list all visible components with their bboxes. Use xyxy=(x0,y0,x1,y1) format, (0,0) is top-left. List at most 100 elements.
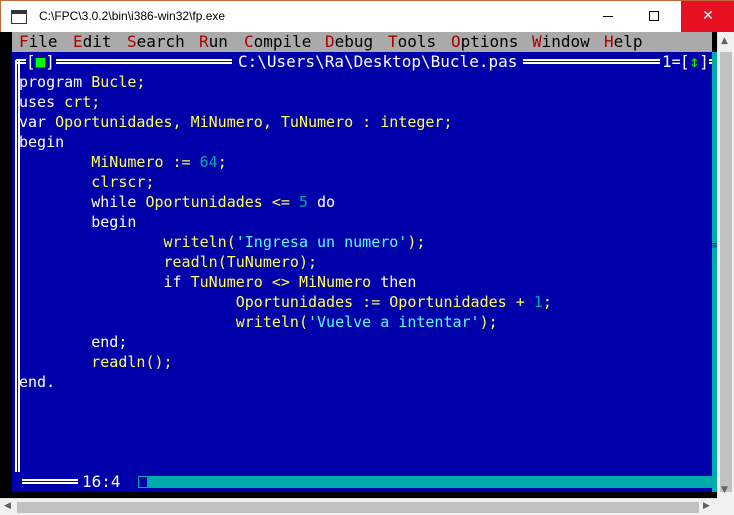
menu-hotkey: R xyxy=(199,32,209,51)
menu-item-edit[interactable]: Edit xyxy=(73,32,112,52)
menu-hotkey: D xyxy=(325,32,335,51)
window-number: 1= xyxy=(660,52,682,72)
maximize-button[interactable] xyxy=(631,1,677,32)
console-app-icon[interactable] xyxy=(11,10,27,24)
zoom-box-bracket: [ xyxy=(680,52,690,71)
menu-label: ile xyxy=(28,32,58,51)
code-token: 64 xyxy=(199,153,218,171)
window-close-box[interactable]: [■] xyxy=(26,53,55,71)
menu-label: ebug xyxy=(334,32,374,51)
code-token: TuNumero xyxy=(190,273,263,291)
menu-item-file[interactable]: File xyxy=(19,32,58,52)
scrollbar-corner xyxy=(717,498,734,515)
code-token: <> xyxy=(262,273,299,291)
code-token: + xyxy=(506,293,534,311)
code-token: MiNumero xyxy=(190,113,263,131)
code-line[interactable]: readln(); xyxy=(19,352,699,372)
code-token: then xyxy=(371,273,417,291)
code-token: Oportunidades xyxy=(235,293,354,311)
code-line[interactable]: writeln('Vuelve a intentar'); xyxy=(19,312,699,332)
menu-bar: File Edit Search Run Compile Debug Tools Option… xyxy=(12,32,712,52)
code-token: MiNumero xyxy=(298,273,372,291)
code-token: 'Vuelve a intentar' xyxy=(308,313,480,331)
menu-label: indow xyxy=(541,32,590,51)
code-token: : xyxy=(353,113,381,131)
code-line[interactable]: begin xyxy=(19,212,699,232)
editor-hscroll-thumb[interactable] xyxy=(138,476,148,488)
menu-item-options[interactable]: Options xyxy=(451,32,518,52)
window-vscroll-thumb[interactable] xyxy=(720,52,732,492)
code-token: readln xyxy=(91,353,146,371)
scroll-left-icon[interactable]: ◀ xyxy=(4,501,11,511)
code-line[interactable]: uses crt; xyxy=(19,92,699,112)
code-token: ); xyxy=(479,313,498,331)
code-token: , xyxy=(262,113,281,131)
code-token: var xyxy=(19,113,56,131)
code-token: readln xyxy=(163,253,218,271)
close-icon: ✕ xyxy=(702,8,714,24)
code-token: ; xyxy=(542,293,552,311)
minimize-icon xyxy=(603,15,613,17)
window-vertical-scrollbar[interactable] xyxy=(717,32,734,498)
menu-item-search[interactable]: Search xyxy=(127,32,185,52)
code-line[interactable]: clrscr; xyxy=(19,172,699,192)
maximize-icon xyxy=(649,11,659,21)
code-token: clrscr xyxy=(91,173,146,191)
scroll-right-icon[interactable]: ▶ xyxy=(703,501,710,511)
menu-item-help[interactable]: Help xyxy=(604,32,643,52)
code-line[interactable]: Oportunidades := Oportunidades + 1; xyxy=(19,292,699,312)
minimize-button[interactable] xyxy=(585,1,631,32)
code-line[interactable]: program Bucle; xyxy=(19,72,699,92)
editor-horizontal-scrollbar[interactable] xyxy=(138,476,712,488)
code-line[interactable]: readln(TuNumero); xyxy=(19,252,699,272)
window-horizontal-scrollbar[interactable] xyxy=(0,498,717,515)
window-hscroll-thumb[interactable] xyxy=(17,502,699,513)
window-zoom-box[interactable]: [↕] xyxy=(680,52,709,72)
code-line[interactable]: end. xyxy=(19,372,699,392)
menu-label: elp xyxy=(613,32,643,51)
editor-window[interactable]: [■] C:\Users\Ra\Desktop\Bucle.pas 1= [↕]… xyxy=(12,52,712,492)
code-token: := xyxy=(163,153,200,171)
code-line[interactable]: begin xyxy=(19,132,699,152)
code-token: ( xyxy=(226,233,236,251)
code-token: TuNumero xyxy=(226,253,299,271)
code-token: end; xyxy=(19,333,128,351)
code-line[interactable]: MiNumero := 64; xyxy=(19,152,699,172)
menu-item-debug[interactable]: Debug xyxy=(325,32,373,52)
code-line[interactable]: var Oportunidades, MiNumero, TuNumero : … xyxy=(19,112,699,132)
close-box-bracket: ] xyxy=(45,52,55,71)
code-token: ); xyxy=(298,253,318,271)
code-token: (); xyxy=(145,353,173,371)
code-token: 1 xyxy=(533,293,543,311)
editor-status-bar: 16:4 xyxy=(12,472,712,492)
code-token: := xyxy=(353,293,390,311)
zoom-icon: ↕ xyxy=(689,52,700,71)
code-line[interactable]: writeln('Ingresa un numero'); xyxy=(19,232,699,252)
code-token: if xyxy=(19,273,191,291)
menu-hotkey: H xyxy=(604,32,614,51)
scroll-down-icon[interactable]: ▼ xyxy=(721,485,728,495)
code-editor[interactable]: program Bucle; uses crt; var Oportunidades… xyxy=(19,72,699,492)
menu-hotkey: O xyxy=(451,32,461,51)
code-token: begin xyxy=(19,133,65,151)
menu-item-tools[interactable]: Tools xyxy=(388,32,436,52)
close-button[interactable]: ✕ xyxy=(681,1,734,32)
menu-item-run[interactable]: Run xyxy=(199,32,228,52)
frame-line xyxy=(512,59,660,64)
code-line[interactable]: while Oportunidades <= 5 do xyxy=(19,192,699,212)
editor-frame-top: [■] C:\Users\Ra\Desktop\Bucle.pas 1= [↕] xyxy=(12,52,712,72)
menu-item-compile[interactable]: Compile xyxy=(244,32,311,52)
code-token: ; xyxy=(145,173,155,191)
code-token: Bucle xyxy=(91,73,137,91)
menu-label: ptions xyxy=(460,32,519,51)
code-line[interactable]: end; xyxy=(19,332,699,352)
menu-hotkey: S xyxy=(127,32,137,51)
scroll-up-icon[interactable]: ▲ xyxy=(721,36,728,46)
menu-item-window[interactable]: Window xyxy=(532,32,590,52)
code-line[interactable]: if TuNumero <> MiNumero then xyxy=(19,272,699,292)
code-token: program xyxy=(19,73,92,91)
